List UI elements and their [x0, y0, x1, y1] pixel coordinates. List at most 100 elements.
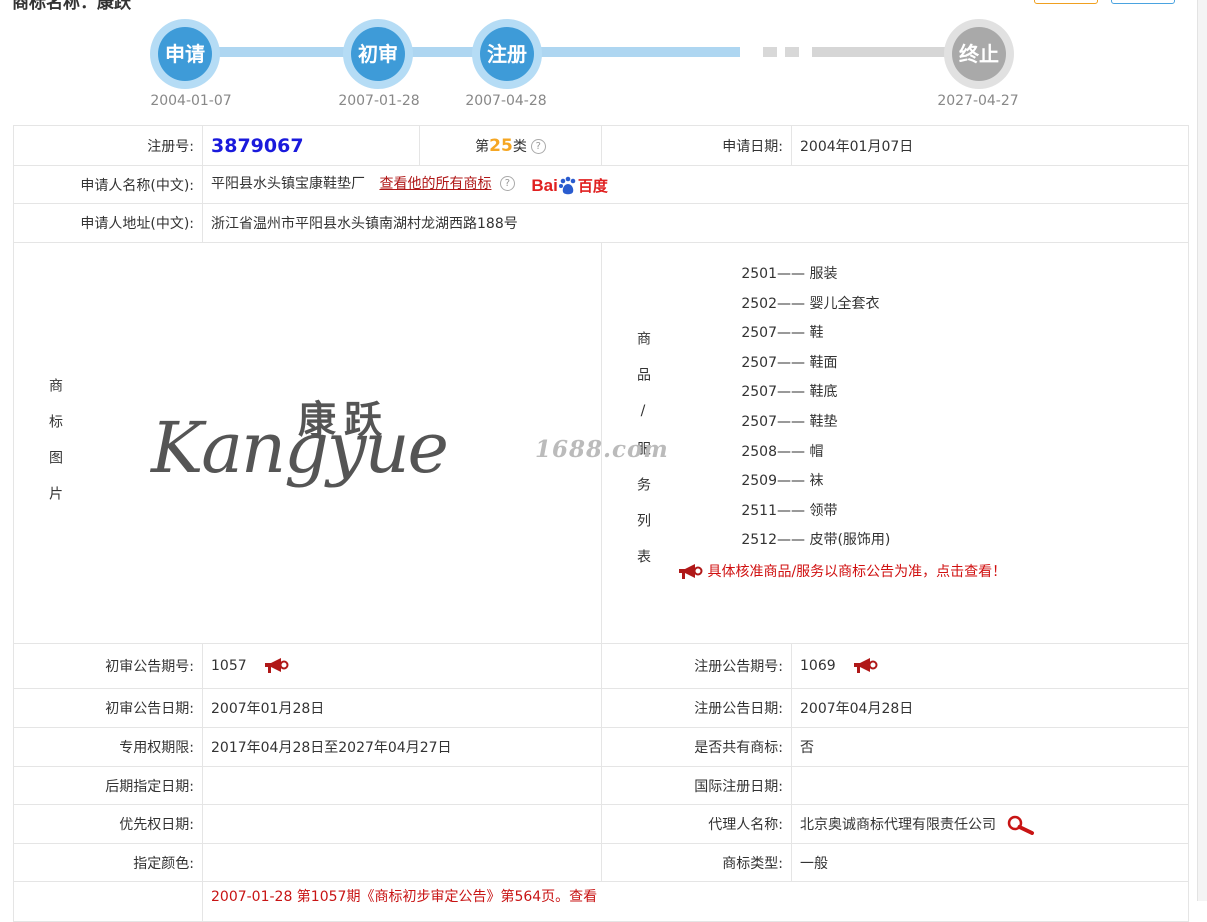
shared-trademark-label: 是否共有商标:: [601, 727, 792, 767]
applicant-name-label: 申请人名称(中文):: [13, 165, 203, 204]
table-row: 注册号: 3879067 第25类? 申请日期: 2004年01月07日: [13, 125, 1189, 166]
step-register: 注册: [472, 19, 542, 89]
applicant-address-label: 申请人地址(中文):: [13, 203, 203, 243]
table-row: 优先权日期: 代理人名称: 北京奥诚商标代理有限责任公司: [13, 804, 1189, 844]
step-label: 终止: [952, 27, 1006, 81]
megaphone-icon[interactable]: [263, 657, 289, 675]
trademark-image-label: 商标图片: [47, 378, 63, 522]
intl-date-value: [791, 766, 1189, 805]
trademark-logo-image[interactable]: 康跃 Kangyue: [151, 383, 461, 523]
list-item: 2501—— 服装: [741, 266, 838, 282]
step-prelim: 初审: [343, 19, 413, 89]
trademark-type-value: 一般: [791, 843, 1189, 882]
list-item: 2512—— 皮带(服饰用): [741, 532, 891, 549]
trademark-type-label: 商标类型:: [601, 843, 792, 882]
megaphone-icon: [679, 564, 703, 579]
applicant-name-value: 平阳县水头镇宝康鞋垫厂: [211, 175, 365, 192]
reg-no-value: 3879067: [211, 134, 304, 157]
reg-no-label: 注册号:: [13, 125, 203, 166]
prelim-date-label: 初审公告日期:: [13, 688, 203, 728]
table-row: 指定颜色: 商标类型: 一般: [13, 843, 1189, 882]
step-label: 初审: [351, 27, 405, 81]
baidu-search-button[interactable]: Bai 百度: [531, 175, 607, 196]
watermark-text: 1688.com: [535, 436, 669, 463]
step-date: 2007-04-28: [465, 93, 547, 109]
applicant-address-value: 浙江省温州市平阳县水头镇南湖村龙湖西路188号: [202, 203, 1189, 243]
search-icon[interactable]: [1006, 815, 1036, 835]
timeline-dash: [763, 47, 777, 57]
list-item: 2502—— 婴儿全套衣: [741, 295, 880, 312]
goods-cell: 商品/服务列表 2501—— 服装 2502—— 婴儿全套衣 2507—— 鞋 …: [601, 242, 1189, 644]
agent-label: 代理人名称:: [601, 804, 792, 844]
reg-pub-no-value: 1069: [800, 658, 836, 674]
goods-list: 2501—— 服装 2502—— 婴儿全套衣 2507—— 鞋 2507—— 鞋…: [739, 260, 890, 556]
intl-date-label: 国际注册日期:: [601, 766, 792, 805]
step-apply: 申请: [150, 19, 220, 89]
table-row: 申请人地址(中文): 浙江省温州市平阳县水头镇南湖村龙湖西路188号: [13, 203, 1189, 243]
apply-date-value: 2004年01月07日: [791, 125, 1189, 166]
priority-date-label: 优先权日期:: [13, 804, 203, 844]
step-label: 注册: [480, 27, 534, 81]
reg-pub-date-value: 2007年04月28日: [791, 688, 1189, 728]
table-row: 专用权期限: 2017年04月28日至2027年04月27日 是否共有商标: 否: [13, 727, 1189, 767]
class-cell: 第25类?: [419, 125, 602, 166]
list-item: 2511—— 领带: [741, 502, 838, 519]
goods-note-text: 具体核准商品/服务以商标公告为准，点击查看！: [707, 564, 1007, 580]
logo-english-text: Kangyue: [151, 407, 449, 489]
prelim-no-value: 1057: [211, 658, 247, 674]
step-date: 2004-01-07: [150, 93, 232, 109]
priority-date-value: [202, 804, 602, 844]
view-all-trademarks-link[interactable]: 查看他的所有商标: [379, 176, 491, 192]
announcement-cell: 2007-01-28 第1057期《商标初步审定公告》第564页。查看: [202, 881, 1189, 922]
list-item: 2509—— 袜: [741, 473, 824, 490]
announcement-note: 2007-01-28 第1057期《商标初步审定公告》第564页。: [211, 889, 570, 905]
list-item: 2507—— 鞋底: [741, 384, 838, 401]
announcement-view-link[interactable]: 查看: [569, 889, 597, 905]
reg-pub-date-label: 注册公告日期:: [601, 688, 792, 728]
table-row: 申请人名称(中文): 平阳县水头镇宝康鞋垫厂 查看他的所有商标 ? Bai 百度: [13, 165, 1189, 204]
agent-cell: 北京奥诚商标代理有限责任公司: [791, 804, 1189, 844]
prelim-date-value: 2007年01月28日: [202, 688, 602, 728]
later-date-label: 后期指定日期:: [13, 766, 203, 805]
baidu-logo-text: Bai: [531, 175, 558, 195]
baidu-logo-text: 百度: [577, 177, 608, 196]
class-prefix: 第: [475, 138, 490, 155]
step-date: 2007-01-28: [338, 93, 420, 109]
list-item: 2507—— 鞋: [741, 325, 824, 342]
scrollbar-track[interactable]: [1197, 0, 1207, 901]
agent-value: 北京奥诚商标代理有限责任公司: [800, 816, 996, 833]
later-date-value: [202, 766, 602, 805]
color-label: 指定颜色:: [13, 843, 203, 882]
baidu-paw-icon: [558, 176, 576, 194]
list-item: 2507—— 鞋垫: [741, 413, 838, 430]
timeline-progress-bar: [184, 47, 740, 57]
color-value: [202, 843, 602, 882]
prelim-no-label: 初审公告期号:: [13, 643, 203, 689]
list-item: 2508—— 帽: [741, 443, 824, 460]
apply-date-label: 申请日期:: [601, 125, 792, 166]
prelim-no-cell: 1057: [202, 643, 602, 689]
table-row: 初审公告期号: 1057 注册公告期号: 1069: [13, 643, 1189, 689]
shared-trademark-value: 否: [791, 727, 1189, 767]
reg-pub-no-cell: 1069: [791, 643, 1189, 689]
exclusive-period-label: 专用权期限:: [13, 727, 203, 767]
trademark-info-table: 注册号: 3879067 第25类? 申请日期: 2004年01月07日 申请人…: [13, 125, 1189, 922]
empty-cell: [13, 881, 203, 922]
step-date: 2027-04-27: [937, 93, 1019, 109]
step-terminate: 终止: [944, 19, 1014, 89]
trademark-image-cell: 商标图片 康跃 Kangyue: [13, 242, 602, 644]
class-suffix: 类: [512, 138, 527, 155]
goods-note-link[interactable]: 具体核准商品/服务以商标公告为准，点击查看！: [677, 561, 1006, 581]
timeline-dash: [785, 47, 799, 57]
help-icon[interactable]: ?: [530, 138, 546, 154]
exclusive-period-value: 2017年04月28日至2027年04月27日: [202, 727, 602, 767]
class-number: 25: [489, 135, 513, 156]
table-row: 2007-01-28 第1057期《商标初步审定公告》第564页。查看: [13, 881, 1189, 922]
list-item: 2507—— 鞋面: [741, 354, 838, 371]
status-timeline: 申请 初审 注册 终止 2004-01-07 2007-01-28 2007-0…: [0, 0, 1207, 120]
megaphone-icon[interactable]: [852, 657, 878, 675]
help-icon[interactable]: ?: [499, 175, 515, 191]
step-label: 申请: [158, 27, 212, 81]
table-row: 后期指定日期: 国际注册日期:: [13, 766, 1189, 805]
reg-pub-no-label: 注册公告期号:: [601, 643, 792, 689]
